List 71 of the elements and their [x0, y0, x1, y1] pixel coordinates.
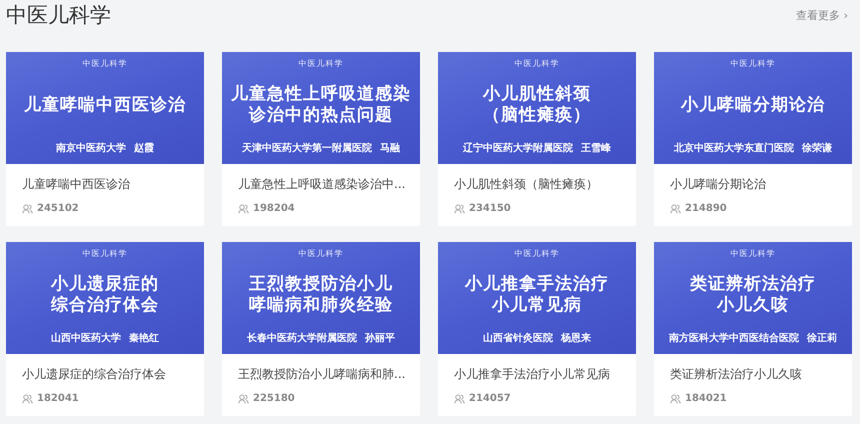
cover-title: 小儿哮喘分期论治	[681, 94, 825, 116]
cover-tag: 中医儿科学	[298, 248, 344, 259]
cover-title: 哮喘病和肺炎经验	[249, 295, 393, 316]
cover-title: 小儿久咳	[717, 295, 789, 316]
course-title: 小儿哮喘分期论治	[670, 176, 767, 193]
course-card[interactable]: 中医儿科学 类证辨析法治疗 小儿久咳 南方医科大学中西医结合医院 徐正莉 类证辨析法治疗小儿久咳 184021	[654, 242, 852, 416]
cover-title: （脑性瘫痪）	[483, 105, 591, 126]
people-icon	[238, 394, 249, 404]
cover-institution: 辽宁中医药大学附属医院	[463, 141, 573, 155]
cover-title: 小儿常见病	[492, 295, 582, 316]
view-count: 225180	[253, 393, 295, 404]
cover-tag: 中医儿科学	[730, 58, 776, 69]
cover-title: 类证辨析法治疗	[690, 274, 816, 295]
cover-tag: 中医儿科学	[514, 58, 560, 69]
course-title: 小儿肌性斜颈（脑性瘫痪）	[454, 176, 599, 193]
cover-title: 综合治疗体会	[51, 295, 159, 316]
view-count: 214057	[469, 393, 511, 404]
course-title: 儿童哮喘中西医诊治	[22, 176, 131, 193]
cover-title: 小儿推拿手法治疗	[465, 274, 609, 295]
cover-tag: 中医儿科学	[730, 248, 776, 259]
course-title: 儿童急性上呼吸道感染诊治中...	[238, 176, 404, 193]
course-title: 类证辨析法治疗小儿久咳	[670, 366, 803, 383]
cover-lecturer: 徐正莉	[807, 332, 837, 345]
cover-title: 小儿肌性斜颈	[483, 84, 591, 105]
people-icon	[22, 204, 33, 214]
view-count: 182041	[37, 393, 79, 404]
course-title: 王烈教授防治小儿哮喘病和肺...	[238, 366, 404, 383]
section-title: 中医儿科学	[6, 2, 111, 29]
course-card[interactable]: 中医儿科学 儿童急性上呼吸道感染 诊治中的热点问题 天津中医药大学第一附属医院 马融 儿童急性上呼吸道感染诊治中... 198204	[222, 52, 420, 226]
cover-institution: 长春中医药大学附属医院	[247, 332, 357, 345]
course-title: 小儿推拿手法治疗小儿常见病	[454, 366, 611, 383]
cover-institution: 北京中医药大学东直门医院	[674, 141, 794, 155]
people-icon	[670, 204, 681, 214]
cover-lecturer: 徐荣谦	[802, 141, 832, 155]
cover-lecturer: 孙丽平	[365, 332, 395, 345]
view-count: 234150	[469, 203, 511, 214]
course-card[interactable]: 中医儿科学 小儿哮喘分期论治 北京中医药大学东直门医院 徐荣谦 小儿哮喘分期论治 214890	[654, 52, 852, 226]
view-count: 245102	[37, 203, 79, 214]
cover-institution: 山西省针灸医院	[483, 332, 553, 345]
cover-lecturer: 马融	[380, 142, 400, 155]
course-card[interactable]: 中医儿科学 小儿遗尿症的 综合治疗体会 山西中医药大学 秦艳红 小儿遗尿症的综合治疗体会 182041	[6, 242, 204, 416]
cover-tag: 中医儿科学	[514, 248, 560, 259]
people-icon	[22, 394, 33, 404]
cover-tag: 中医儿科学	[82, 248, 128, 259]
cover-lecturer: 赵霞	[134, 142, 154, 155]
view-count: 184021	[685, 393, 727, 404]
cover-lecturer: 杨恩来	[561, 332, 591, 345]
people-icon	[454, 394, 465, 404]
people-icon	[670, 394, 681, 404]
cover-lecturer: 王雪峰	[581, 142, 611, 155]
cover-tag: 中医儿科学	[298, 58, 344, 69]
course-title: 小儿遗尿症的综合治疗体会	[22, 366, 167, 383]
cover-title: 儿童急性上呼吸道感染	[231, 84, 411, 105]
view-count: 214890	[685, 203, 727, 214]
cover-institution: 南方医科大学中西医结合医院	[669, 331, 799, 345]
people-icon	[238, 204, 249, 214]
cover-lecturer: 秦艳红	[129, 332, 159, 345]
cover-title: 诊治中的热点问题	[249, 105, 393, 126]
cover-title: 王烈教授防治小儿	[249, 274, 393, 295]
cover-institution: 天津中医药大学第一附属医院	[242, 142, 372, 155]
course-card[interactable]: 中医儿科学 王烈教授防治小儿 哮喘病和肺炎经验 长春中医药大学附属医院 孙丽平 王烈教授防治小儿哮喘病和肺... 225180	[222, 242, 420, 416]
people-icon	[454, 204, 465, 214]
course-card[interactable]: 中医儿科学 小儿推拿手法治疗 小儿常见病 山西省针灸医院 杨恩来 小儿推拿手法治疗小儿常见病 214057	[438, 242, 636, 416]
cover-institution: 南京中医药大学	[56, 141, 126, 155]
course-card[interactable]: 中医儿科学 小儿肌性斜颈 （脑性瘫痪） 辽宁中医药大学附属医院 王雪峰 小儿肌性斜颈（脑性瘫痪） 234150	[438, 52, 636, 226]
cover-title: 儿童哮喘中西医诊治	[24, 94, 186, 116]
cover-institution: 山西中医药大学	[51, 332, 121, 345]
course-card[interactable]: 中医儿科学 儿童哮喘中西医诊治 南京中医药大学 赵霞 儿童哮喘中西医诊治 245102	[6, 52, 204, 226]
cover-tag: 中医儿科学	[82, 58, 128, 69]
view-count: 198204	[253, 203, 295, 214]
cover-title: 小儿遗尿症的	[51, 274, 159, 295]
